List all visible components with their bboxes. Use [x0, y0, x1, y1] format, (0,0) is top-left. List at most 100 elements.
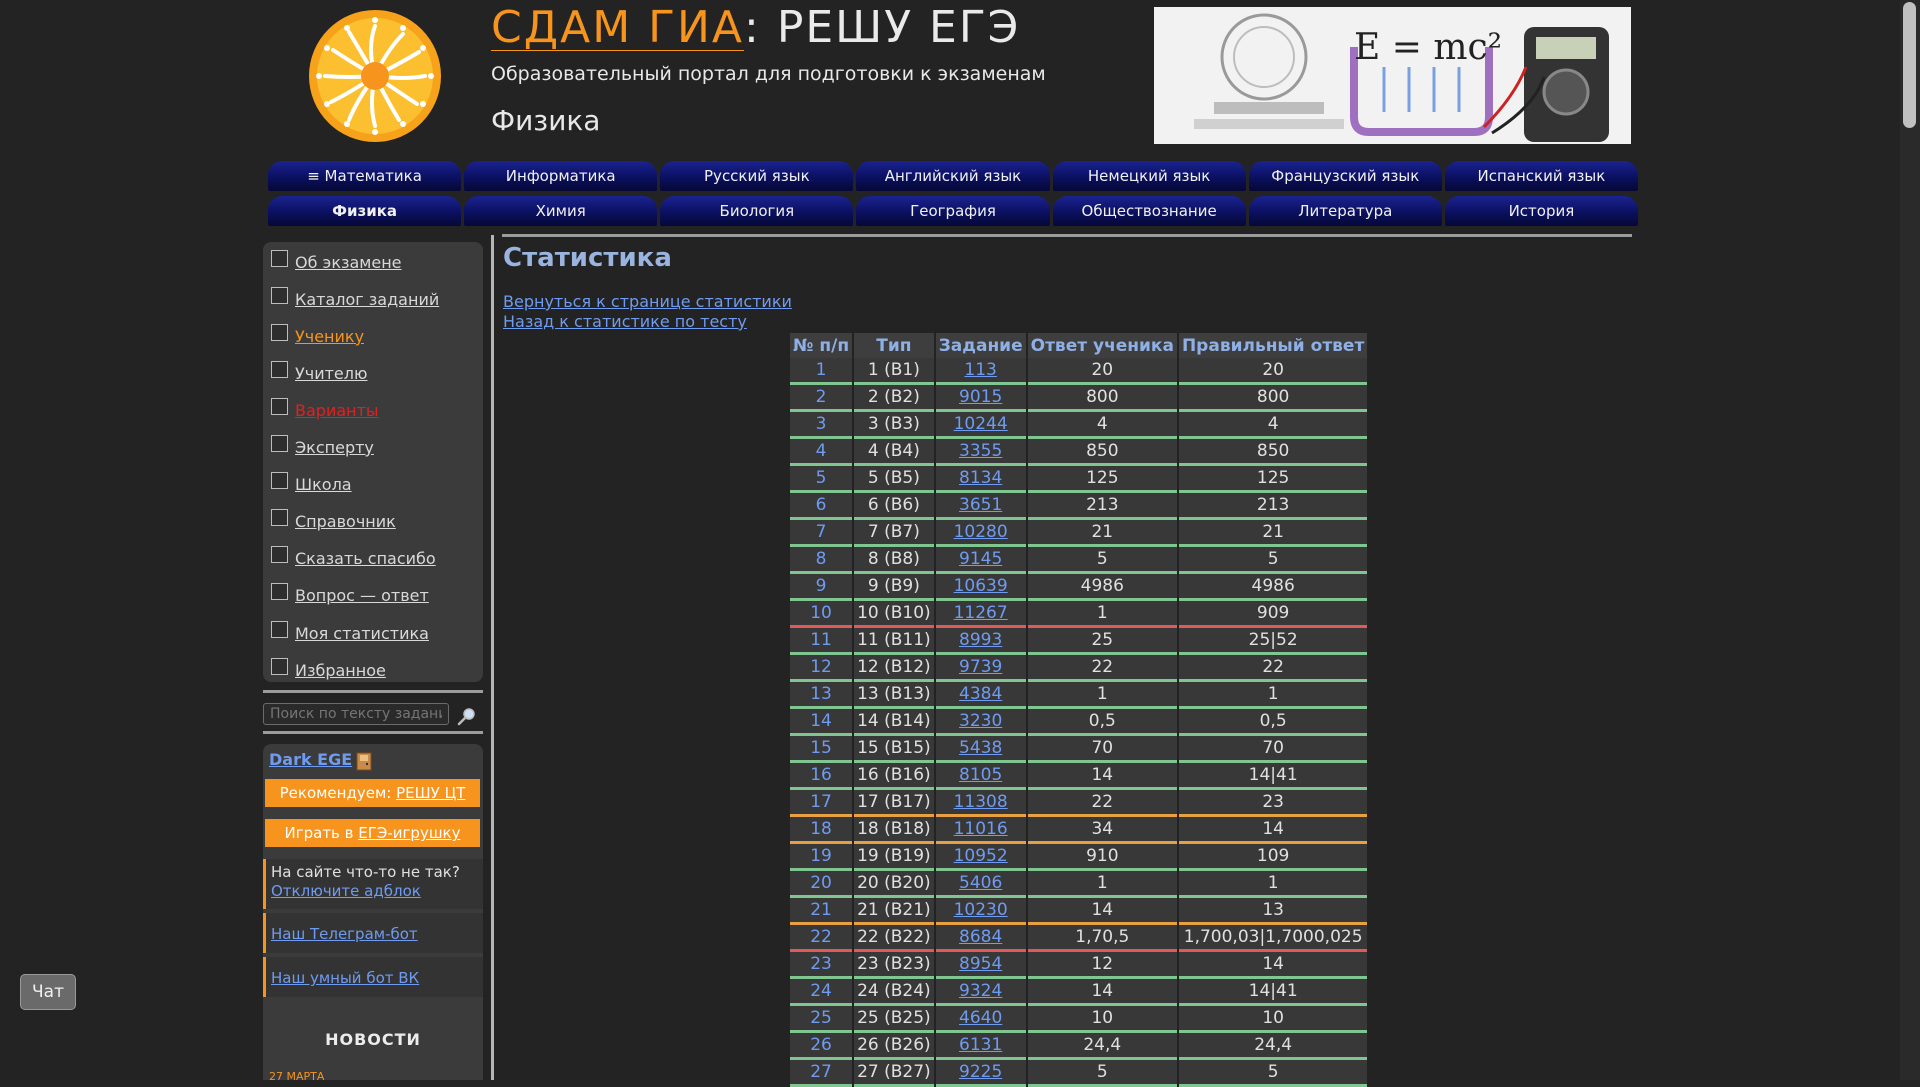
back-to-test-statistics-link[interactable]: Назад к статистике по тесту: [503, 312, 747, 331]
site-logo[interactable]: [307, 8, 443, 144]
tab-chemistry[interactable]: Химия: [464, 196, 658, 226]
sidebar-item-label[interactable]: Школа: [295, 475, 352, 494]
task-link[interactable]: 10230: [954, 900, 1008, 920]
brand-name[interactable]: СДАМ ГИА: [491, 2, 744, 53]
cell-type: 14 (B14): [854, 709, 934, 736]
checkbox-icon[interactable]: [271, 583, 288, 601]
checkbox-icon[interactable]: [271, 360, 288, 378]
sidebar-item-label[interactable]: Варианты: [295, 401, 379, 420]
sidebar-item-student[interactable]: Ученику: [271, 321, 364, 351]
sidebar-item-task-catalog[interactable]: Каталог заданий: [271, 284, 439, 314]
sidebar-item-about-exam[interactable]: Об экзамене: [271, 247, 402, 277]
door-icon[interactable]: [356, 752, 372, 771]
sidebar-item-label[interactable]: Справочник: [295, 512, 396, 531]
task-link[interactable]: 4640: [959, 1008, 1002, 1028]
sidebar-item-say-thanks[interactable]: Сказать спасибо: [271, 544, 436, 574]
task-link[interactable]: 8134: [959, 468, 1002, 488]
sidebar-item-label[interactable]: Моя статистика: [295, 624, 429, 643]
checkbox-icon[interactable]: [271, 620, 288, 638]
task-link[interactable]: 9015: [959, 387, 1002, 407]
sidebar-item-variants[interactable]: Варианты: [271, 395, 379, 425]
tab-french[interactable]: Французский язык: [1248, 161, 1442, 191]
task-link[interactable]: 9225: [959, 1062, 1002, 1082]
cell-task: 9225: [935, 1060, 1026, 1087]
sidebar-item-label[interactable]: Ученику: [295, 327, 364, 346]
task-link[interactable]: 9324: [959, 981, 1002, 1001]
tab-geography[interactable]: География: [856, 196, 1050, 226]
sidebar-item-my-statistics[interactable]: Моя статистика: [271, 618, 429, 648]
tab-history[interactable]: История: [1444, 196, 1638, 226]
recommend-reshu-ct-button[interactable]: Рекомендуем: РЕШУ ЦТ: [265, 779, 480, 807]
checkbox-icon[interactable]: [271, 249, 288, 267]
vk-bot-link[interactable]: Наш умный бот ВК: [271, 969, 419, 987]
sidebar-item-label[interactable]: Учителю: [295, 364, 367, 383]
checkbox-icon[interactable]: [271, 657, 288, 675]
task-link[interactable]: 4384: [959, 684, 1002, 704]
telegram-bot-link[interactable]: Наш Телеграм-бот: [271, 925, 418, 943]
checkbox-icon[interactable]: [271, 286, 288, 304]
task-link[interactable]: 10952: [954, 846, 1008, 866]
checkbox-icon[interactable]: [271, 435, 288, 452]
tab-informatics[interactable]: Информатика: [464, 161, 658, 191]
cell-task: 9739: [935, 655, 1026, 682]
task-link[interactable]: 10244: [954, 414, 1008, 434]
tab-math[interactable]: ≡ Математика: [268, 161, 462, 191]
task-link[interactable]: 3355: [959, 441, 1002, 461]
checkbox-icon[interactable]: [271, 472, 288, 490]
checkbox-icon[interactable]: [271, 509, 288, 527]
sidebar-item-label[interactable]: Сказать спасибо: [295, 549, 436, 568]
task-link[interactable]: 3651: [959, 495, 1002, 515]
task-link[interactable]: 5438: [959, 738, 1002, 758]
sidebar-item-label[interactable]: Эксперту: [295, 438, 374, 457]
task-link[interactable]: 9145: [959, 549, 1002, 569]
tab-spanish[interactable]: Испанский язык: [1444, 161, 1638, 191]
sidebar-item-expert[interactable]: Эксперту: [271, 433, 374, 463]
task-link[interactable]: 10280: [954, 522, 1008, 542]
task-link[interactable]: 8105: [959, 765, 1002, 785]
tab-social-studies[interactable]: Обществознание: [1052, 196, 1246, 226]
task-link[interactable]: 9739: [959, 657, 1002, 677]
sidebar-item-school[interactable]: Школа: [271, 470, 352, 500]
task-link[interactable]: 6131: [959, 1035, 1002, 1055]
disable-adblock-link[interactable]: Отключите адблок: [271, 882, 421, 900]
sidebar-item-reference[interactable]: Справочник: [271, 507, 396, 537]
play-ege-game-button[interactable]: Играть в ЕГЭ-игрушку: [265, 819, 480, 847]
checkbox-icon[interactable]: [271, 546, 288, 564]
dark-ege-link[interactable]: Dark EGE: [269, 750, 352, 769]
sidebar-item-faq[interactable]: Вопрос — ответ: [271, 581, 429, 611]
tab-literature[interactable]: Литература: [1248, 196, 1442, 226]
sidebar-item-label[interactable]: Об экзамене: [295, 253, 402, 272]
sidebar-item-label[interactable]: Вопрос — ответ: [295, 586, 429, 605]
task-link[interactable]: 3230: [959, 711, 1002, 731]
task-link[interactable]: 10639: [954, 576, 1008, 596]
tab-biology[interactable]: Биология: [660, 196, 854, 226]
task-link[interactable]: 8993: [959, 630, 1002, 650]
tab-physics[interactable]: Физика: [268, 196, 462, 226]
search-input[interactable]: [263, 703, 449, 725]
task-link[interactable]: 8954: [959, 954, 1002, 974]
sidebar-item-label[interactable]: Избранное: [295, 661, 386, 680]
checkbox-icon[interactable]: [271, 323, 288, 341]
task-link[interactable]: 11016: [954, 819, 1008, 839]
scrollbar-track[interactable]: [1900, 0, 1920, 1080]
cell-student-answer: 4986: [1027, 574, 1177, 601]
tab-russian[interactable]: Русский язык: [660, 161, 854, 191]
recommend-link[interactable]: РЕШУ ЦТ: [396, 784, 465, 802]
chat-button[interactable]: Чат: [20, 974, 76, 1010]
back-to-statistics-link[interactable]: Вернуться к странице статистики: [503, 292, 792, 311]
tab-english[interactable]: Английский язык: [856, 161, 1050, 191]
sidebar-item-label[interactable]: Каталог заданий: [295, 290, 439, 309]
task-link[interactable]: 8684: [959, 927, 1002, 947]
site-title[interactable]: СДАМ ГИА: РЕШУ ЕГЭ: [491, 2, 1020, 53]
task-link[interactable]: 11267: [954, 603, 1008, 623]
task-link[interactable]: 11308: [954, 792, 1008, 812]
task-link[interactable]: 113: [964, 360, 996, 380]
play-link[interactable]: ЕГЭ-игрушку: [358, 824, 460, 842]
sidebar-item-teacher[interactable]: Учителю: [271, 358, 367, 388]
task-link[interactable]: 5406: [959, 873, 1002, 893]
sidebar-item-favorites[interactable]: Избранное: [271, 655, 386, 685]
tab-german[interactable]: Немецкий язык: [1052, 161, 1246, 191]
search-icon[interactable]: [457, 706, 477, 726]
checkbox-icon[interactable]: [271, 397, 288, 415]
scrollbar-thumb[interactable]: [1903, 2, 1916, 128]
